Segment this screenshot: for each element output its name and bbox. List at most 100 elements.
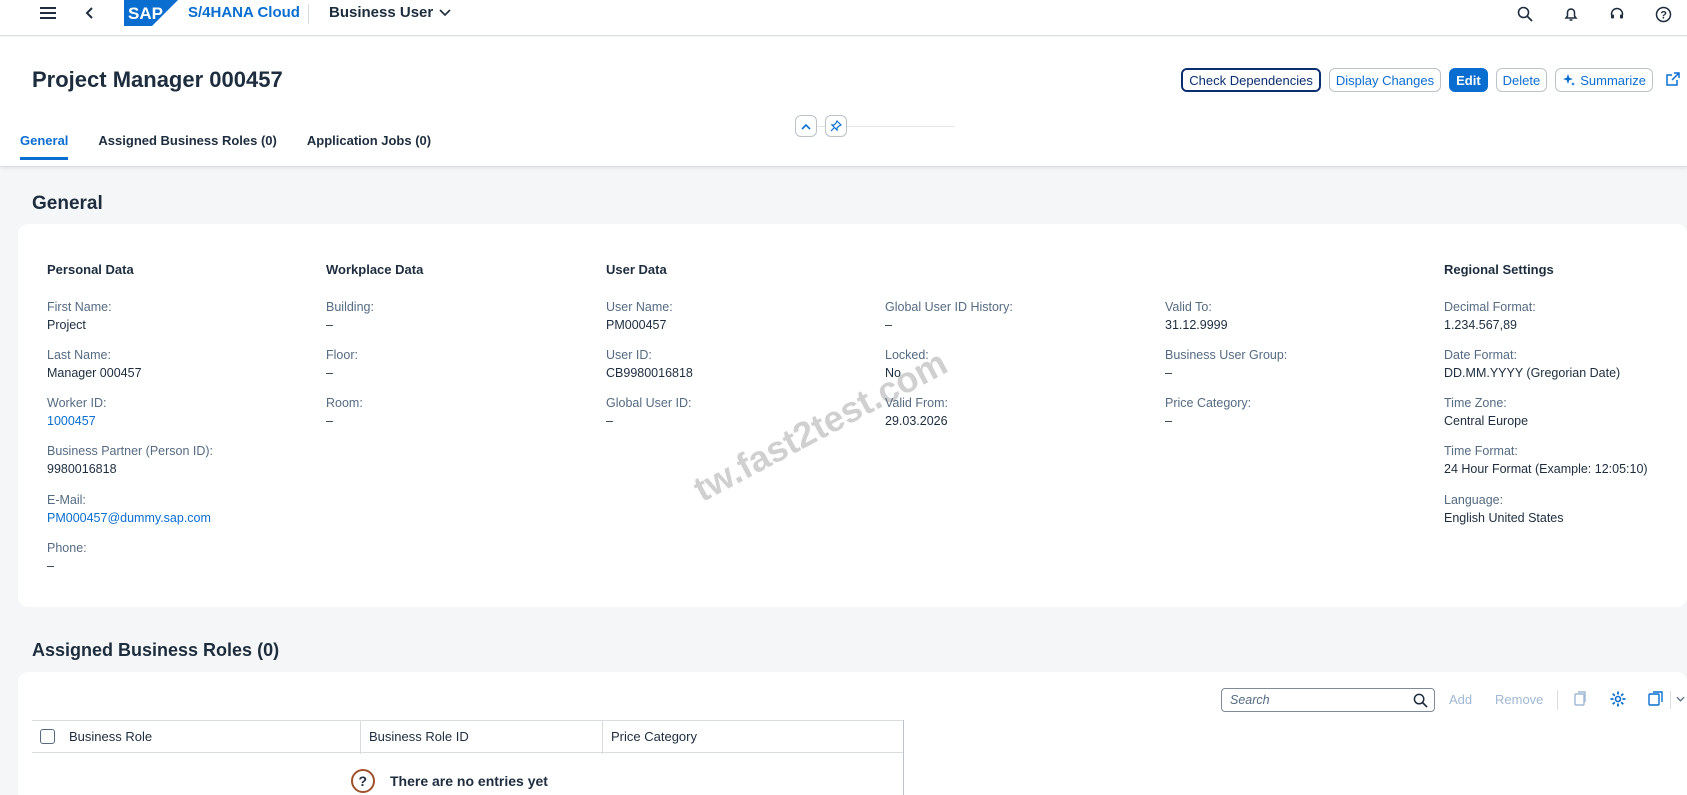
floor-label: Floor: bbox=[326, 348, 358, 362]
toolbar-separator-2 bbox=[1670, 691, 1671, 709]
chevron-down-icon bbox=[439, 8, 451, 16]
global-user-id-label: Global User ID: bbox=[606, 396, 692, 410]
worker-id-label: Worker ID: bbox=[47, 396, 107, 410]
price-category-value: – bbox=[1165, 414, 1172, 428]
select-all-checkbox[interactable] bbox=[40, 729, 55, 744]
time-zone-label: Time Zone: bbox=[1444, 396, 1507, 410]
tab-bar: General Assigned Business Roles (0) Appl… bbox=[20, 133, 431, 160]
worker-id-link[interactable]: 1000457 bbox=[47, 414, 96, 428]
language-value: English United States bbox=[1444, 511, 1564, 525]
pin-header-button[interactable] bbox=[825, 115, 847, 137]
locked-value: No bbox=[885, 366, 901, 380]
valid-to-value: 31.12.9999 bbox=[1165, 318, 1228, 332]
business-user-group-label: Business User Group: bbox=[1165, 348, 1288, 362]
remove-button[interactable]: Remove bbox=[1495, 692, 1543, 707]
display-changes-button[interactable]: Display Changes bbox=[1328, 68, 1442, 92]
column-business-role[interactable]: Business Role bbox=[69, 729, 152, 744]
ai-sparkle-icon bbox=[1563, 74, 1576, 86]
share-icon[interactable] bbox=[1665, 71, 1681, 92]
help-icon[interactable]: ? bbox=[1651, 2, 1675, 26]
floor-value: – bbox=[326, 366, 333, 380]
phone-label: Phone: bbox=[47, 541, 87, 555]
first-name-label: First Name: bbox=[47, 300, 112, 314]
summarize-label: Summarize bbox=[1580, 72, 1646, 88]
menu-icon[interactable] bbox=[36, 1, 60, 25]
pin-icon bbox=[830, 120, 842, 132]
sap-logo[interactable]: SAP bbox=[124, 0, 178, 26]
workplace-data-title: Workplace Data bbox=[326, 262, 424, 277]
user-name-label: User Name: bbox=[606, 300, 673, 314]
date-format-value: DD.MM.YYYY (Gregorian Date) bbox=[1444, 366, 1621, 380]
tab-assigned-business-roles[interactable]: Assigned Business Roles (0) bbox=[98, 133, 276, 160]
building-label: Building: bbox=[326, 300, 374, 314]
general-card: Personal Data First Name: Project Last N… bbox=[18, 224, 1687, 607]
shell-bar: SAP S/4HANA Cloud Business User ? bbox=[0, 0, 1687, 36]
roles-search-input[interactable]: Search bbox=[1221, 688, 1435, 712]
search-icon[interactable] bbox=[1413, 693, 1428, 708]
column-price-category[interactable]: Price Category bbox=[611, 729, 697, 744]
question-illustration-icon: ? bbox=[351, 769, 375, 793]
user-data-title: User Data bbox=[606, 262, 667, 277]
svg-text:?: ? bbox=[359, 773, 368, 789]
time-format-label: Time Format: bbox=[1444, 444, 1518, 458]
building-value: – bbox=[326, 318, 333, 332]
table-edge-divider bbox=[903, 720, 904, 795]
page-title: Project Manager 000457 bbox=[32, 67, 283, 92]
last-name-label: Last Name: bbox=[47, 348, 111, 362]
user-id-label: User ID: bbox=[606, 348, 652, 362]
copy-icon[interactable] bbox=[1572, 690, 1588, 708]
svg-text:?: ? bbox=[1660, 9, 1667, 21]
tab-general[interactable]: General bbox=[20, 133, 69, 160]
phone-value: – bbox=[47, 559, 54, 573]
time-zone-value: Central Europe bbox=[1444, 414, 1529, 428]
object-page-header: Project Manager 000457 Check Dependencie… bbox=[0, 37, 1687, 167]
header-actions: Check Dependencies Display Changes Edit … bbox=[1181, 68, 1653, 92]
collapse-header-button[interactable] bbox=[795, 115, 817, 137]
business-partner-value: 9980016818 bbox=[47, 462, 117, 476]
check-dependencies-button[interactable]: Check Dependencies bbox=[1181, 68, 1321, 92]
global-user-id-value: – bbox=[606, 414, 613, 428]
logo-text: SAP bbox=[128, 4, 163, 23]
edit-button[interactable]: Edit bbox=[1449, 68, 1488, 92]
product-name: S/4HANA Cloud bbox=[188, 4, 300, 21]
time-format-value: 24 Hour Format (Example: 12:05:10) bbox=[1444, 462, 1648, 476]
date-format-label: Date Format: bbox=[1444, 348, 1517, 362]
email-link[interactable]: PM000457@dummy.sap.com bbox=[47, 511, 211, 525]
business-partner-label: Business Partner (Person ID): bbox=[47, 444, 214, 458]
chevron-down-icon[interactable] bbox=[1676, 696, 1685, 702]
empty-state: ? There are no entries yet bbox=[350, 768, 548, 794]
shell-separator bbox=[308, 4, 309, 24]
room-value: – bbox=[326, 414, 333, 428]
empty-state-title: There are no entries yet bbox=[390, 773, 548, 789]
notifications-icon[interactable] bbox=[1559, 2, 1583, 26]
settings-gear-icon[interactable] bbox=[1609, 690, 1627, 708]
app-title-menu[interactable]: Business User bbox=[329, 4, 451, 21]
back-icon[interactable] bbox=[78, 1, 102, 25]
decimal-format-label: Decimal Format: bbox=[1444, 300, 1536, 314]
delete-button[interactable]: Delete bbox=[1495, 68, 1548, 92]
column-separator bbox=[602, 721, 603, 754]
roles-table-header: Business Role Business Role ID Price Cat… bbox=[32, 720, 904, 754]
general-section-title: General bbox=[32, 193, 103, 214]
regional-settings-title: Regional Settings bbox=[1444, 262, 1554, 277]
app-title: Business User bbox=[329, 4, 434, 21]
first-name-value: Project bbox=[47, 318, 86, 332]
roles-section-title: Assigned Business Roles (0) bbox=[32, 640, 280, 660]
support-icon[interactable] bbox=[1605, 2, 1629, 26]
language-label: Language: bbox=[1444, 493, 1504, 507]
search-icon[interactable] bbox=[1513, 2, 1537, 26]
business-user-group-value: – bbox=[1165, 366, 1172, 380]
column-business-role-id[interactable]: Business Role ID bbox=[369, 729, 469, 744]
price-category-label: Price Category: bbox=[1165, 396, 1252, 410]
personal-data-title: Personal Data bbox=[47, 262, 134, 277]
tab-application-jobs[interactable]: Application Jobs (0) bbox=[307, 133, 431, 160]
locked-label: Locked: bbox=[885, 348, 929, 362]
summarize-button[interactable]: Summarize bbox=[1555, 68, 1653, 92]
export-icon[interactable] bbox=[1647, 690, 1665, 708]
roles-toolbar: Search Add Remove bbox=[0, 688, 1687, 712]
global-user-id-history-value: – bbox=[885, 318, 892, 332]
add-button[interactable]: Add bbox=[1449, 692, 1472, 707]
chevron-up-icon bbox=[801, 123, 811, 130]
column-separator bbox=[360, 721, 361, 754]
toolbar-separator bbox=[1557, 690, 1558, 710]
